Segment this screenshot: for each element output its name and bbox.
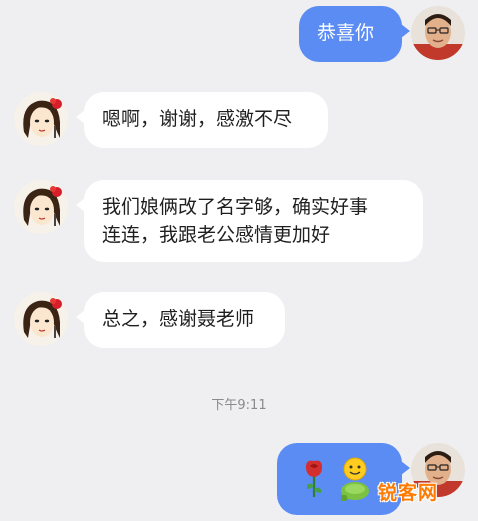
outgoing-message-bubble[interactable]: 恭喜你	[299, 6, 410, 62]
incoming-message-bubble[interactable]: 我们娘俩改了名字够，确实好事 连连，我跟老公感情更加好	[76, 180, 423, 262]
chat-window: 恭喜你 嗯啊，谢谢，感激不尽 我们娘俩改了名字够，确实好事 连连，我跟老公感情更…	[0, 0, 478, 521]
incoming-message-bubble[interactable]: 嗯啊，谢谢，感激不尽	[76, 92, 328, 148]
message-text: 恭喜你	[317, 22, 375, 44]
contact-avatar[interactable]	[14, 292, 68, 346]
message-text: 嗯啊，谢谢，感激不尽	[102, 108, 293, 130]
contact-avatar[interactable]	[14, 180, 68, 234]
message-text-line-2: 连连，我跟老公感情更加好	[102, 224, 331, 246]
site-watermark: 锐客网	[377, 482, 438, 504]
my-avatar[interactable]	[411, 6, 465, 60]
incoming-message-bubble[interactable]: 总之，感谢聂老师	[76, 292, 285, 348]
message-timestamp: 下午9:11	[211, 398, 267, 413]
rose-icon	[301, 459, 327, 507]
message-text: 总之，感谢聂老师	[102, 308, 255, 330]
message-text-line-1: 我们娘俩改了名字够，确实好事	[102, 196, 369, 218]
smiley-gift-icon	[337, 457, 373, 511]
contact-avatar[interactable]	[14, 92, 68, 146]
